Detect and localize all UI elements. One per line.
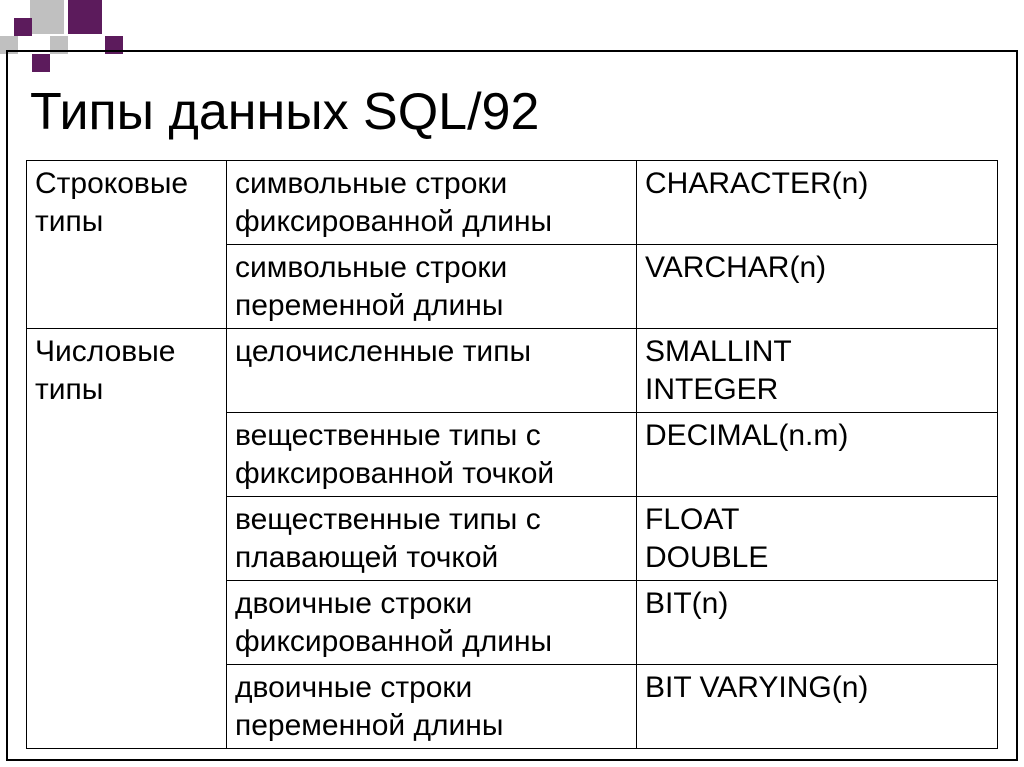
category-cell: Числовые типы [27,329,227,749]
type-cell: FLOAT DOUBLE [637,497,998,581]
type-cell: CHARACTER(n) [637,161,998,245]
deco-sq-purple [68,0,102,34]
type-cell: BIT(n) [637,581,998,665]
table-row: Строковые типы символьные строки фиксиро… [27,161,998,245]
datatype-table: Строковые типы символьные строки фиксиро… [26,160,998,749]
description-cell: вещественные типы с фиксированной точкой [227,413,637,497]
type-cell: SMALLINT INTEGER [637,329,998,413]
description-cell: двоичные строки фиксированной длины [227,581,637,665]
type-line: DOUBLE [645,539,989,577]
type-cell: VARCHAR(n) [637,245,998,329]
type-line: SMALLINT [645,333,989,371]
description-cell: символьные строки переменной длины [227,245,637,329]
table-row: Числовые типы целочисленные типы SMALLIN… [27,329,998,413]
type-cell: BIT VARYING(n) [637,665,998,749]
description-cell: символьные строки фиксированной длины [227,161,637,245]
deco-sq-purple [14,18,32,36]
deco-sq-gray [30,0,64,34]
type-line: INTEGER [645,371,989,409]
type-line: FLOAT [645,501,989,539]
category-cell: Строковые типы [27,161,227,329]
content-frame: Типы данных SQL/92 Строковые типы символ… [6,50,1018,761]
type-cell: DECIMAL(n.m) [637,413,998,497]
description-cell: двоичные строки переменной длины [227,665,637,749]
page-title: Типы данных SQL/92 [30,82,998,142]
description-cell: целочисленные типы [227,329,637,413]
description-cell: вещественные типы с плавающей точкой [227,497,637,581]
